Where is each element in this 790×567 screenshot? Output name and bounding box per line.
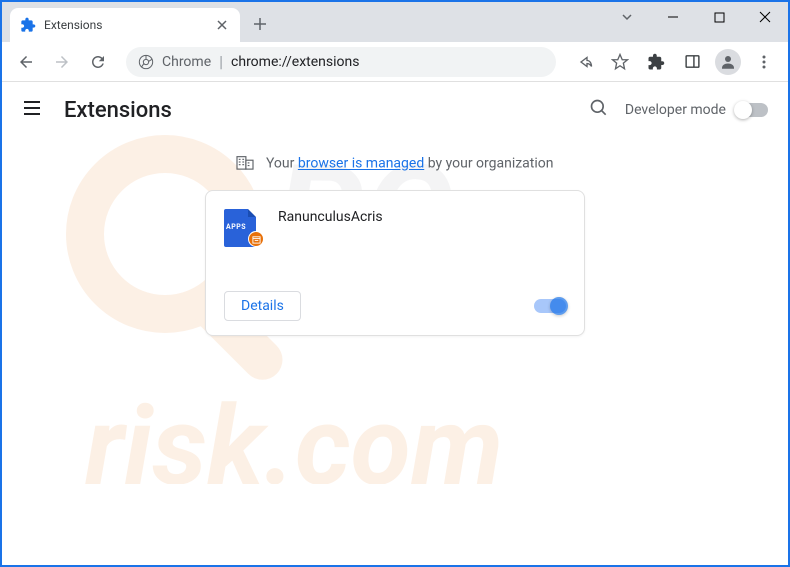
browser-tab[interactable]: Extensions [10, 8, 240, 42]
extension-puzzle-icon [20, 17, 36, 33]
chevron-down-icon[interactable] [604, 2, 650, 32]
tab-title: Extensions [44, 18, 214, 32]
developer-mode-toggle[interactable] [736, 103, 768, 117]
reload-button[interactable] [82, 46, 114, 78]
url-prefix: Chrome [162, 54, 211, 70]
minimize-button[interactable] [650, 2, 696, 32]
details-button[interactable]: Details [224, 291, 301, 321]
chrome-icon [138, 54, 154, 70]
menu-icon[interactable] [748, 46, 780, 78]
extension-badge-icon [248, 231, 264, 247]
profile-avatar[interactable] [712, 46, 744, 78]
window-controls [604, 2, 788, 32]
banner-suffix: by your organization [424, 156, 553, 172]
extensions-header: Extensions Developer mode [2, 82, 788, 138]
close-tab-icon[interactable] [214, 17, 230, 33]
url-separator: | [219, 52, 223, 71]
extensions-list: APPS RanunculusAcris Details [2, 190, 788, 336]
building-icon [236, 154, 254, 174]
new-tab-button[interactable] [246, 10, 274, 38]
star-icon[interactable] [604, 46, 636, 78]
window-titlebar: Extensions [2, 2, 788, 42]
share-icon[interactable] [568, 46, 600, 78]
developer-mode-label: Developer mode [625, 102, 726, 118]
banner-prefix: Your [266, 156, 298, 172]
hamburger-menu-icon[interactable] [22, 98, 46, 122]
sidepanel-icon[interactable] [676, 46, 708, 78]
search-icon[interactable] [589, 98, 609, 122]
browser-toolbar: Chrome | chrome://extensions [2, 42, 788, 82]
forward-button[interactable] [46, 46, 78, 78]
svg-text:risk.com: risk.com [85, 382, 503, 484]
page-title: Extensions [64, 98, 589, 123]
extension-enable-toggle[interactable] [534, 299, 566, 313]
close-window-button[interactable] [742, 2, 788, 32]
browser-managed-link[interactable]: browser is managed [298, 156, 424, 172]
address-bar[interactable]: Chrome | chrome://extensions [126, 47, 556, 77]
maximize-button[interactable] [696, 2, 742, 32]
url-path: chrome://extensions [231, 54, 359, 70]
managed-banner: Your browser is managed by your organiza… [2, 138, 788, 190]
extension-card: APPS RanunculusAcris Details [205, 190, 585, 336]
extensions-icon[interactable] [640, 46, 672, 78]
back-button[interactable] [10, 46, 42, 78]
extension-icon-label: APPS [226, 223, 246, 231]
extension-icon: APPS [224, 209, 260, 245]
extension-name: RanunculusAcris [278, 209, 383, 281]
